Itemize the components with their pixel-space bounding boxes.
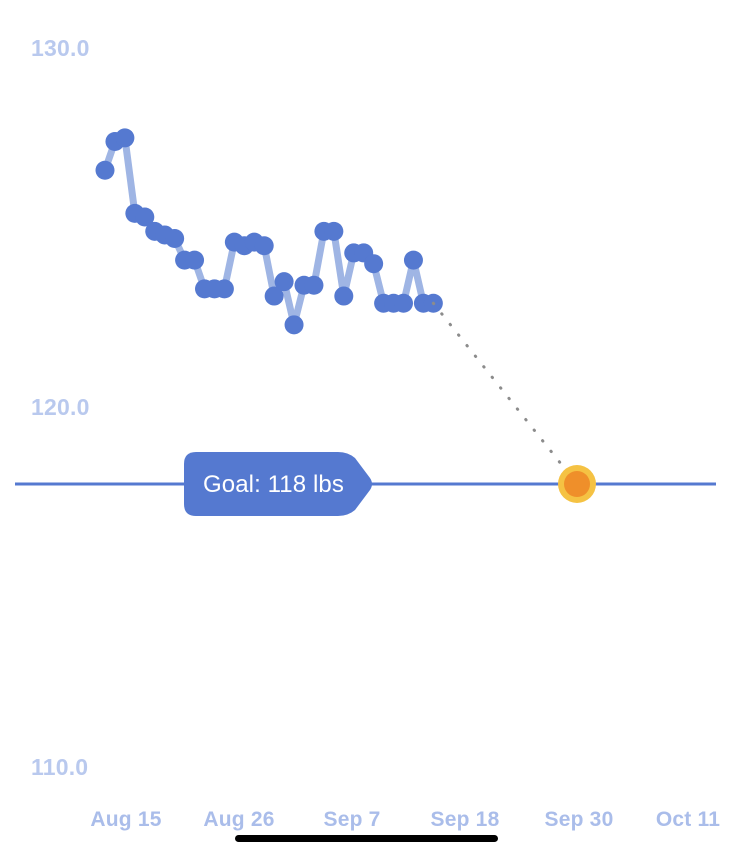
series-connector [330, 227, 348, 300]
x-axis-tick-sep-7: Sep 7 [323, 808, 381, 831]
x-axis-tick-sep-18: Sep 18 [430, 808, 500, 831]
weight-series-points [95, 128, 443, 335]
x-axis-tick-oct-11: Oct 11 [655, 808, 721, 831]
data-point [324, 221, 344, 241]
data-point [165, 229, 185, 249]
data-point [214, 279, 234, 299]
data-point [254, 236, 274, 256]
x-axis-tick-aug-26: Aug 26 [203, 808, 275, 831]
goal-banner-label: Goal: 118 lbs [203, 471, 344, 498]
goal-marker-inner-dot [564, 471, 590, 497]
weight-trend-chart: 130.0 120.0 110.0 Goal: 118 lbs Aug 15 A… [0, 0, 733, 860]
data-point [274, 272, 294, 292]
data-point [334, 286, 354, 306]
plot-area [15, 128, 716, 516]
data-point [304, 275, 324, 295]
data-point [185, 250, 205, 270]
data-point [115, 128, 135, 148]
data-point [403, 250, 423, 270]
data-point [394, 293, 413, 313]
data-point [284, 315, 304, 335]
home-indicator [235, 835, 498, 842]
x-axis-tick-sep-30: Sep 30 [544, 808, 614, 831]
projection-dotted-line [431, 301, 579, 486]
data-point [364, 254, 384, 274]
x-axis-tick-aug-15: Aug 15 [90, 808, 162, 831]
series-connector [121, 134, 139, 217]
data-point [95, 160, 115, 180]
